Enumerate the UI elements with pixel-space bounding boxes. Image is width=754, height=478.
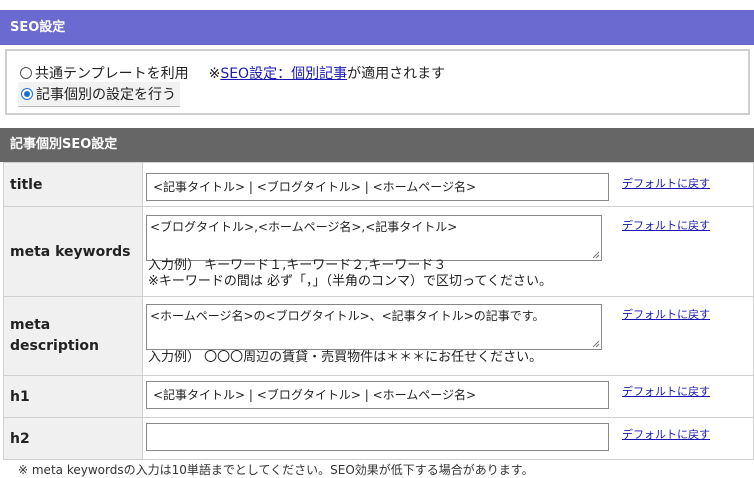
footer-note: ※ meta keywordsの入力は10単語までとしてください。SEO効果が低… — [18, 463, 534, 477]
description-label-line2: description — [10, 338, 99, 354]
resize-handle-icon[interactable] — [592, 251, 600, 259]
keywords-value: <ブログタイトル>,<ホームページ名>,<記事タイトル> — [150, 220, 458, 234]
h2-default-link[interactable]: デフォルトに戻す — [622, 426, 710, 442]
h1-default-link[interactable]: デフォルトに戻す — [622, 383, 710, 399]
description-label: meta description — [4, 297, 143, 375]
h1-input[interactable]: <記事タイトル> | <ブログタイトル> | <ホームページ名> — [146, 381, 609, 409]
keywords-separator-note: ※キーワードの間は 必ず「，」（半角のコンマ）で区切ってください。 — [148, 274, 552, 289]
note-suffix: が適用されます — [347, 66, 446, 82]
h2-input[interactable] — [146, 423, 609, 451]
seo-article-link[interactable]: SEO設定：個別記事 — [220, 66, 347, 82]
note-prefix: ※ — [208, 66, 221, 82]
row-meta-keywords: meta keywords <ブログタイトル>,<ホームページ名>,<記事タイト… — [3, 207, 754, 297]
row-h2: h2 デフォルトに戻す — [3, 418, 754, 460]
radio-common-template[interactable] — [20, 67, 32, 79]
h2-label: h2 — [4, 418, 143, 459]
applied-note: ※SEO設定：個別記事が適用されます — [209, 63, 446, 83]
seo-mode-box: 共通テンプレートを利用 ※SEO設定：個別記事が適用されます 記事個別の設定を行… — [5, 49, 750, 115]
description-default-link[interactable]: デフォルトに戻す — [622, 306, 710, 322]
description-value: <ホームページ名>の<ブログタイトル>、<記事タイトル>の記事です。 — [150, 309, 545, 323]
row-title: title <記事タイトル> | <ブログタイトル> | <ホームページ名> デ… — [3, 162, 754, 207]
keywords-textarea[interactable]: <ブログタイトル>,<ホームページ名>,<記事タイトル> — [146, 215, 602, 261]
keywords-example: 入力例） キーワード１,キーワード２,キーワード３ — [148, 258, 447, 273]
option-common-template[interactable]: 共通テンプレートを利用 ※SEO設定：個別記事が適用されます — [20, 63, 445, 83]
title-input[interactable]: <記事タイトル> | <ブログタイトル> | <ホームページ名> — [146, 173, 609, 201]
resize-handle-icon[interactable] — [592, 340, 600, 348]
option-individual-label: 記事個別の設定を行う — [36, 87, 176, 103]
radio-individual[interactable] — [21, 88, 33, 100]
description-textarea[interactable]: <ホームページ名>の<ブログタイトル>、<記事タイトル>の記事です。 — [146, 304, 602, 350]
keywords-default-link[interactable]: デフォルトに戻す — [622, 217, 710, 233]
row-h1: h1 <記事タイトル> | <ブログタイトル> | <ホームページ名> デフォル… — [3, 376, 754, 418]
description-label-line1: meta — [10, 317, 51, 333]
h1-label: h1 — [4, 376, 143, 417]
option-individual[interactable]: 記事個別の設定を行う — [18, 82, 180, 107]
row-meta-description: meta description <ホームページ名>の<ブログタイトル>、<記事… — [3, 297, 754, 376]
keywords-label: meta keywords — [4, 207, 143, 296]
seo-settings-header: SEO設定 — [0, 10, 754, 45]
title-default-link[interactable]: デフォルトに戻す — [622, 175, 710, 191]
option-common-label: 共通テンプレートを利用 — [35, 66, 189, 82]
individual-seo-header: 記事個別SEO設定 — [0, 128, 754, 162]
title-label: title — [4, 163, 143, 206]
description-example: 入力例） 〇〇〇周辺の賃貸・売買物件は＊＊＊にお任せください。 — [148, 350, 543, 365]
